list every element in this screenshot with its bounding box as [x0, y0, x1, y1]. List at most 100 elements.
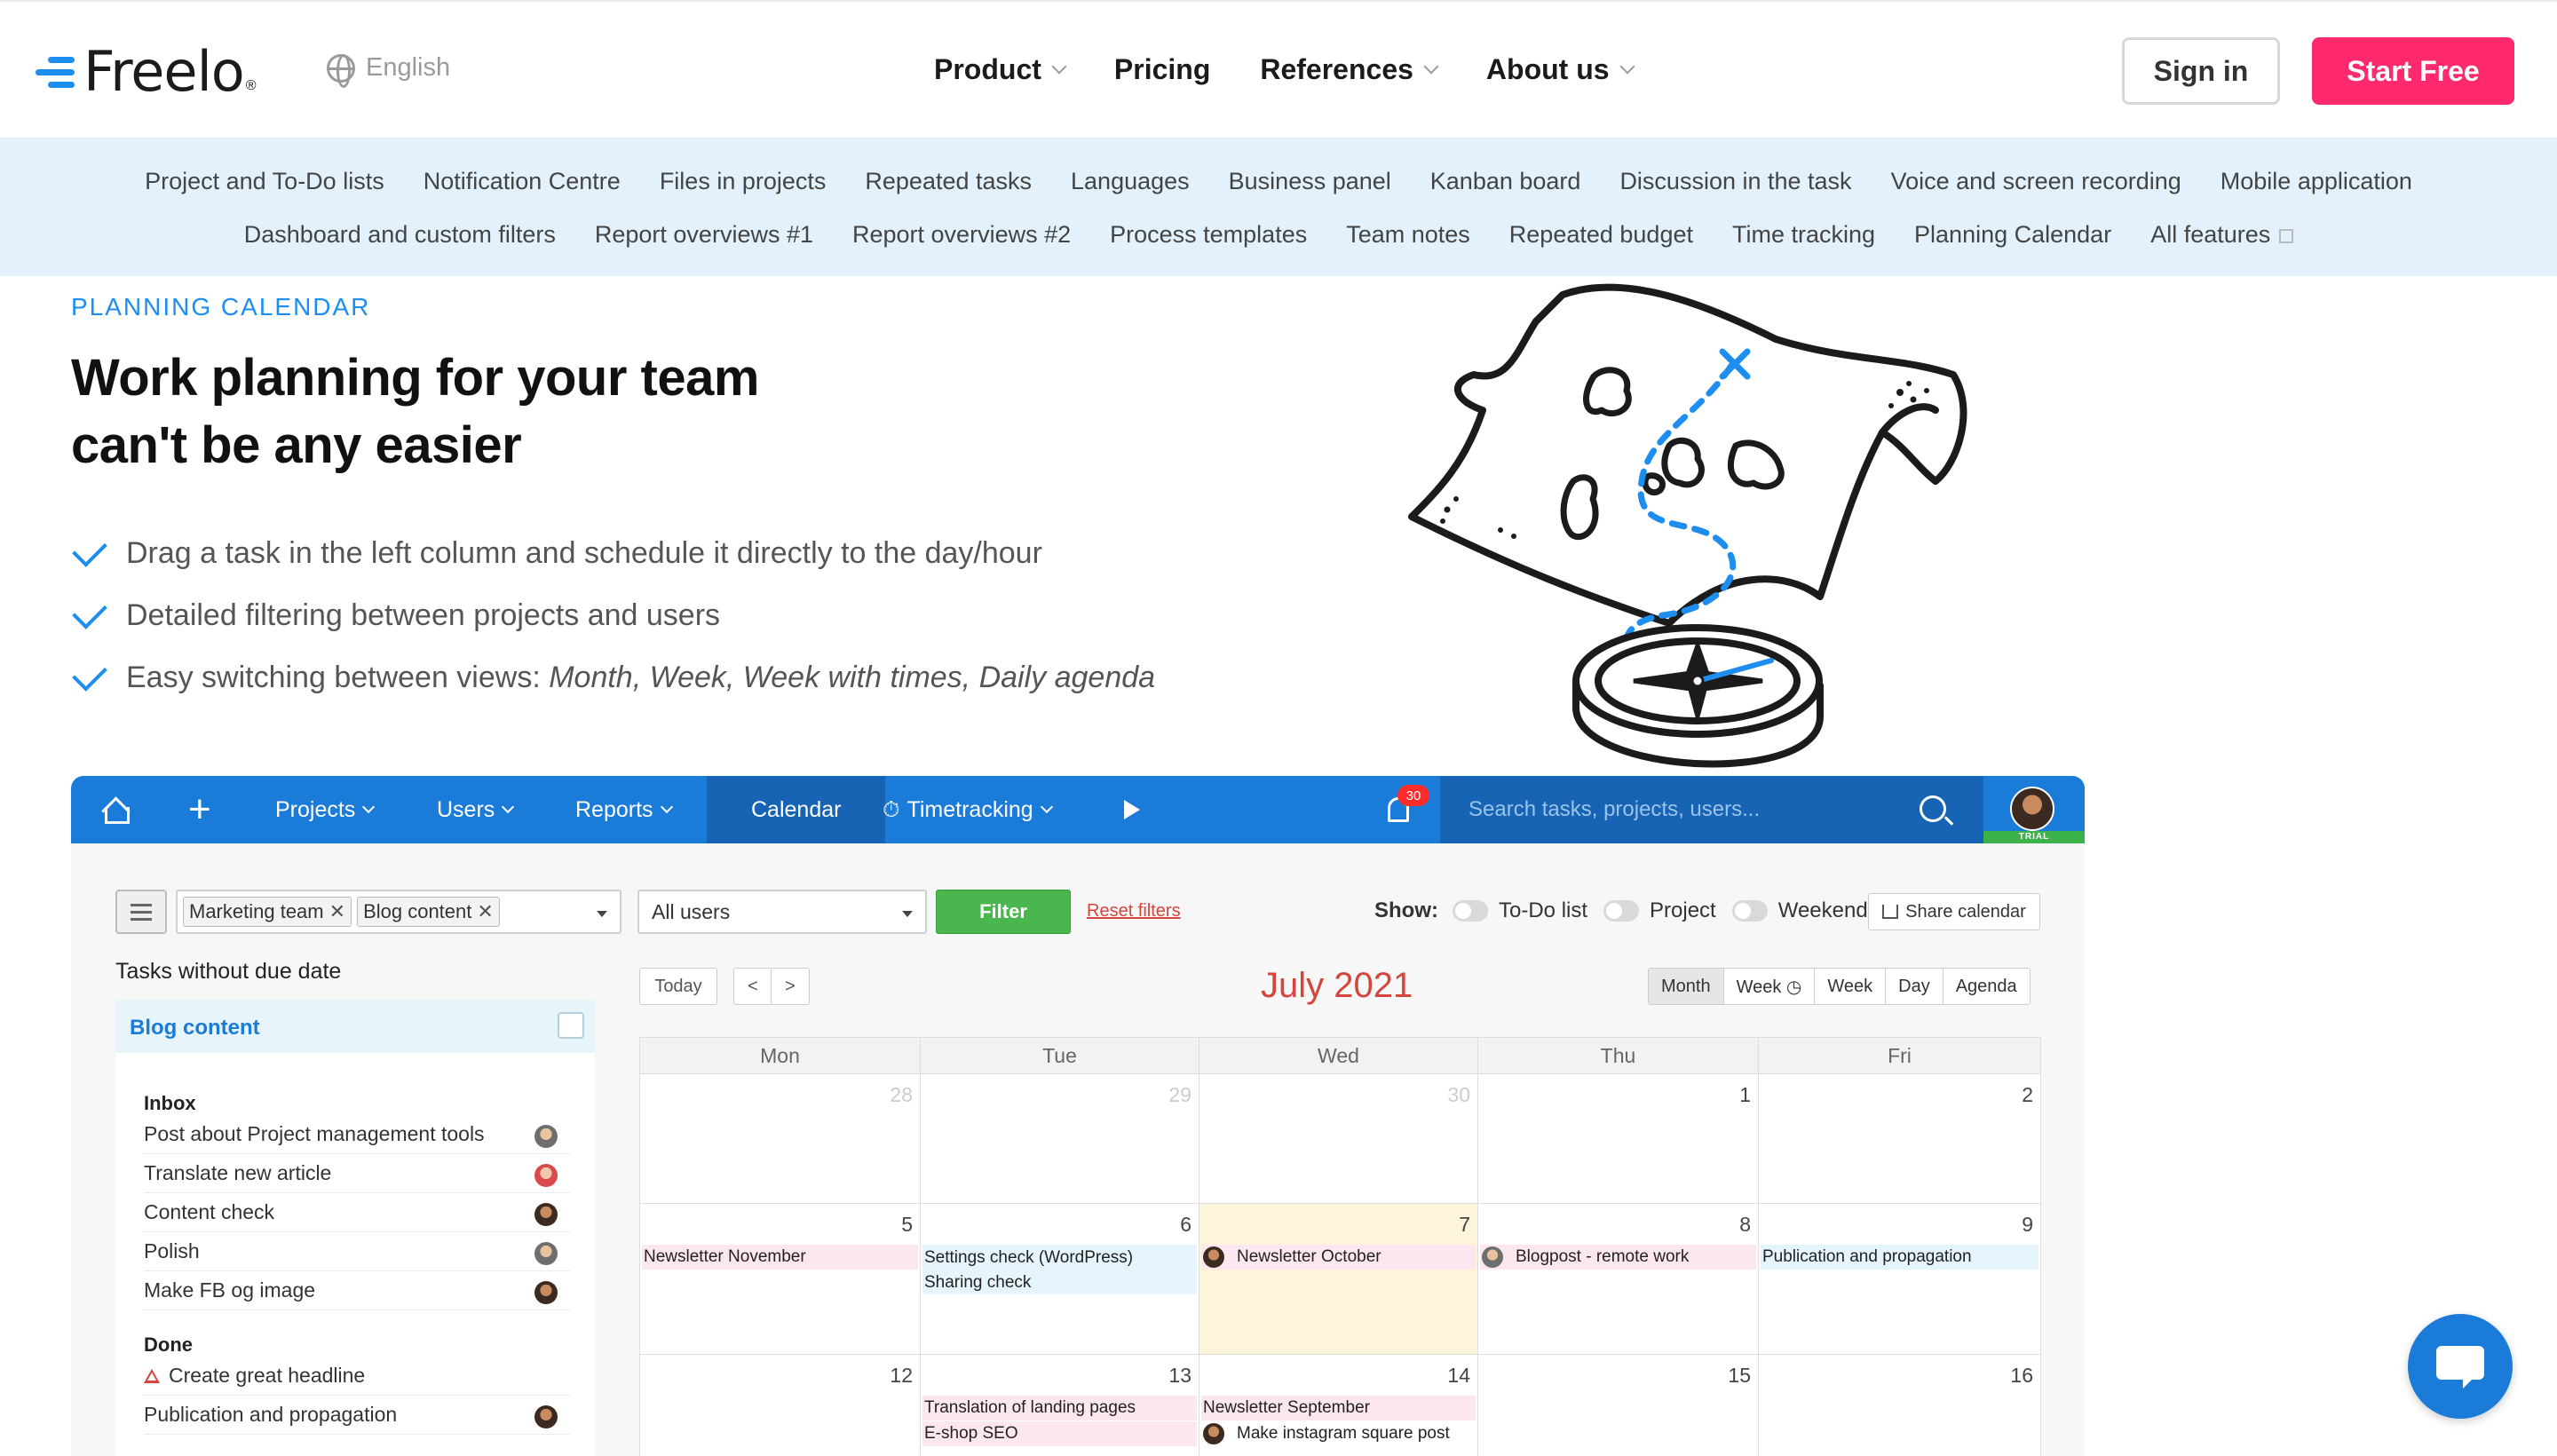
- calendar-event[interactable]: Publication and propagation: [1761, 1245, 2038, 1270]
- calendar-day-cell[interactable]: 6 Settings check (WordPress) Sharing che…: [921, 1204, 1199, 1355]
- start-free-button[interactable]: Start Free: [2312, 37, 2514, 105]
- feature-link[interactable]: Repeated budget: [1509, 221, 1693, 249]
- weekend-toggle-label: Weekend: [1777, 898, 1868, 922]
- timer-play-button[interactable]: [1124, 776, 1140, 843]
- project-header[interactable]: Blog content: [115, 1000, 595, 1053]
- feature-link[interactable]: Voice and screen recording: [1891, 168, 2181, 195]
- list-item[interactable]: Translate new article: [144, 1154, 570, 1193]
- calendar-day-cell[interactable]: 1: [1478, 1074, 1759, 1204]
- event-title[interactable]: Settings check (WordPress): [924, 1248, 1133, 1273]
- day-number: 13: [1168, 1364, 1191, 1387]
- calendar-day-cell[interactable]: 14 Newsletter September Make instagram s…: [1199, 1355, 1478, 1456]
- calendar-day-cell[interactable]: 2: [1759, 1074, 2041, 1204]
- global-search[interactable]: Search tasks, projects, users...: [1440, 776, 1983, 843]
- feature-link[interactable]: Dashboard and custom filters: [244, 221, 556, 249]
- event-title[interactable]: Sharing check: [924, 1273, 1031, 1293]
- today-button[interactable]: Today: [639, 968, 717, 1005]
- nav-reports[interactable]: Reports: [575, 776, 673, 843]
- add-button[interactable]: +: [188, 776, 211, 843]
- calendar-event[interactable]: Blogpost - remote work: [1480, 1245, 1756, 1270]
- next-month-button[interactable]: >: [771, 968, 810, 1005]
- remove-tag-icon[interactable]: ✕: [329, 900, 345, 923]
- feature-link[interactable]: Report overviews #1: [595, 221, 813, 249]
- calendar-day-cell[interactable]: 12: [640, 1355, 921, 1456]
- calendar-event[interactable]: E-shop SEO: [922, 1421, 1197, 1446]
- feature-link[interactable]: Discussion in the task: [1619, 168, 1851, 195]
- todo-list-toggle[interactable]: [1453, 900, 1488, 922]
- feature-link[interactable]: Repeated tasks: [865, 168, 1032, 195]
- language-switcher[interactable]: English: [327, 53, 450, 88]
- menu-pricing[interactable]: Pricing: [1114, 53, 1210, 86]
- project-toggle[interactable]: [1603, 900, 1640, 922]
- nav-projects[interactable]: Projects: [275, 776, 376, 843]
- feature-link[interactable]: Process templates: [1110, 221, 1307, 249]
- user-menu[interactable]: TRIAL: [1983, 776, 2085, 843]
- calendar-event[interactable]: Translation of landing pages: [922, 1396, 1197, 1420]
- nav-timetracking[interactable]: ⏱ Timetracking: [883, 776, 1053, 843]
- list-item[interactable]: Post about Project management tools: [144, 1115, 570, 1154]
- list-item[interactable]: Make FB og image: [144, 1271, 570, 1310]
- calendar-day-cell-today[interactable]: 7 Newsletter October: [1199, 1204, 1478, 1355]
- all-features-label: All features: [2150, 221, 2271, 248]
- view-day[interactable]: Day: [1885, 969, 1943, 1004]
- toggle-sidebar-button[interactable]: [115, 890, 167, 934]
- task-name: Post about Project management tools: [144, 1122, 485, 1145]
- sign-in-button[interactable]: Sign in: [2122, 37, 2280, 105]
- remove-tag-icon[interactable]: ✕: [477, 900, 493, 923]
- nav-calendar[interactable]: Calendar: [707, 776, 886, 843]
- menu-about-us[interactable]: About us: [1486, 53, 1635, 86]
- feature-link-all[interactable]: All features: [2150, 221, 2313, 249]
- calendar-day-cell[interactable]: 13 Translation of landing pages E-shop S…: [921, 1355, 1199, 1456]
- user-filter-select[interactable]: All users: [637, 890, 927, 934]
- feature-link[interactable]: Team notes: [1346, 221, 1470, 249]
- view-month[interactable]: Month: [1649, 969, 1723, 1004]
- calendar-day-cell[interactable]: 5 Newsletter November: [640, 1204, 921, 1355]
- feature-link[interactable]: Planning Calendar: [1914, 221, 2111, 249]
- chevron-down-icon: [1619, 59, 1635, 74]
- project-filter-select[interactable]: Marketing team ✕ Blog content ✕: [176, 890, 621, 934]
- menu-references[interactable]: References: [1260, 53, 1439, 86]
- share-calendar-button[interactable]: Share calendar: [1868, 893, 2040, 930]
- feature-link[interactable]: Notification Centre: [424, 168, 621, 195]
- calendar-day-cell[interactable]: 8 Blogpost - remote work: [1478, 1204, 1759, 1355]
- calendar-day-cell[interactable]: 15: [1478, 1355, 1759, 1456]
- feature-link[interactable]: Report overviews #2: [852, 221, 1071, 249]
- feature-link[interactable]: Project and To-Do lists: [145, 168, 384, 195]
- calendar-day-cell[interactable]: 30: [1199, 1074, 1478, 1204]
- calendar-event[interactable]: Newsletter November: [642, 1245, 918, 1270]
- calendar-day-cell[interactable]: 28: [640, 1074, 921, 1204]
- list-item[interactable]: Publication and propagation: [144, 1396, 570, 1435]
- calendar-event[interactable]: Newsletter September: [1201, 1396, 1476, 1420]
- previous-month-button[interactable]: <: [733, 968, 772, 1005]
- list-item[interactable]: Create great headline: [144, 1357, 570, 1396]
- weekend-toggle[interactable]: [1731, 900, 1768, 922]
- filter-button[interactable]: Filter: [936, 890, 1071, 934]
- calendar-event[interactable]: Newsletter October: [1201, 1245, 1476, 1270]
- feature-link[interactable]: Files in projects: [660, 168, 827, 195]
- feature-link[interactable]: Mobile application: [2221, 168, 2412, 195]
- feature-link[interactable]: Kanban board: [1430, 168, 1581, 195]
- calendar-event[interactable]: Make instagram square post: [1201, 1421, 1476, 1446]
- freelo-logo[interactable]: Freelo ®: [36, 41, 257, 103]
- chat-widget-button[interactable]: [2408, 1314, 2513, 1419]
- view-agenda[interactable]: Agenda: [1942, 969, 2030, 1004]
- nav-users[interactable]: Users: [437, 776, 515, 843]
- calendar-day-cell[interactable]: 29: [921, 1074, 1199, 1204]
- feature-link[interactable]: Languages: [1071, 168, 1190, 195]
- menu-product[interactable]: Product: [934, 53, 1067, 86]
- list-item[interactable]: Content check: [144, 1193, 570, 1232]
- feature-link[interactable]: Time tracking: [1732, 221, 1875, 249]
- home-button[interactable]: [101, 776, 130, 843]
- reset-filters-link[interactable]: Reset filters: [1087, 901, 1181, 922]
- plus-icon: +: [188, 787, 211, 831]
- feature-link[interactable]: Business panel: [1229, 168, 1391, 195]
- project-checkbox[interactable]: [558, 1012, 584, 1039]
- view-week[interactable]: Week: [1814, 969, 1885, 1004]
- list-item[interactable]: Polish: [144, 1232, 570, 1271]
- day-number: 1: [1739, 1083, 1751, 1106]
- page-title-line-1: Work planning for your team: [71, 349, 759, 407]
- calendar-day-cell[interactable]: 9 Publication and propagation: [1759, 1204, 2041, 1355]
- search-icon[interactable]: [1920, 795, 1946, 822]
- view-week-times[interactable]: Week ◷: [1722, 969, 1815, 1004]
- calendar-day-cell[interactable]: 16: [1759, 1355, 2041, 1456]
